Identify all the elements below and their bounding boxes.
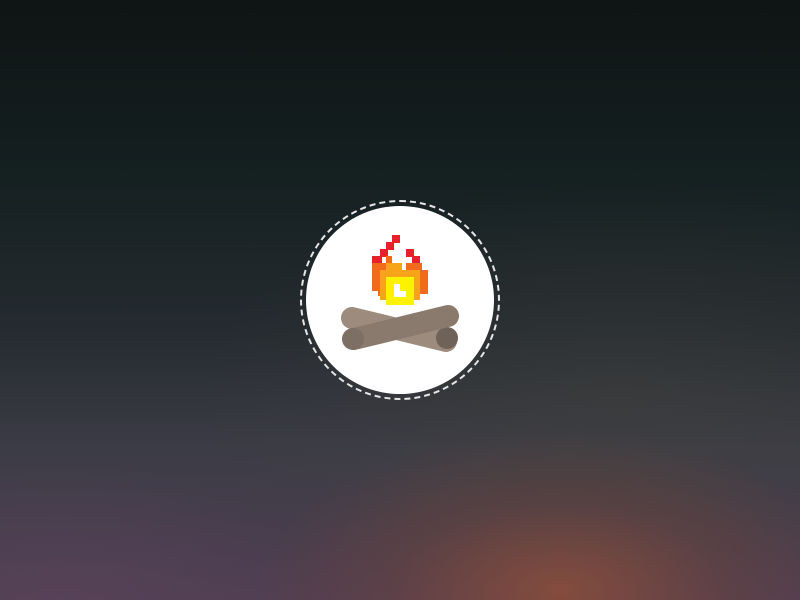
- campfire-button[interactable]: [306, 206, 494, 394]
- campfire-icon: [341, 235, 459, 352]
- flame: [372, 235, 428, 305]
